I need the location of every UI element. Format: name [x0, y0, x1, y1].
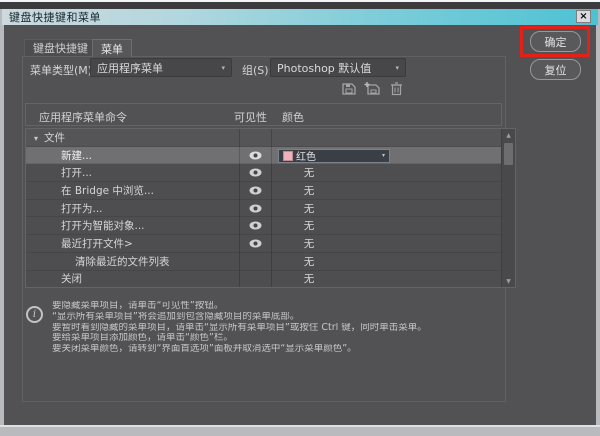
visibility-toggle[interactable] — [239, 147, 271, 164]
info-line: “显示所有菜单项目”将会追加到包含隐藏项目的菜单底部。 — [52, 311, 300, 322]
table-row-browse-bridge[interactable]: 在 Bridge 中浏览... 无 — [26, 182, 501, 200]
menu-type-value: 应用程序菜单 — [97, 61, 163, 75]
column-command: 应用程序菜单命令 — [39, 111, 127, 124]
info-line: 要给菜单项目添加颜色，请单击“颜色”栏。 — [52, 333, 233, 344]
table-rows: ▾ 文件 新建... 红色 ▾ 打开... 无 在 Bridge 中浏览... … — [26, 129, 501, 287]
row-label: ▾ 文件 — [34, 131, 66, 144]
info-line: 要隐藏菜单项目，请单击“可见性”按钮。 — [52, 301, 224, 311]
tab-label: 键盘快捷键 — [33, 42, 88, 55]
tab-label: 菜单 — [101, 42, 123, 56]
eye-icon — [249, 221, 261, 230]
table-row-close[interactable]: 关闭 无 — [26, 271, 501, 288]
table-row-new[interactable]: 新建... 红色 ▾ — [26, 146, 501, 165]
new-set-icon[interactable] — [363, 80, 381, 96]
row-label: 新建... — [61, 149, 93, 162]
annotation-highlight-box — [520, 26, 590, 57]
visibility-toggle[interactable] — [239, 182, 271, 199]
row-color-value[interactable]: 无 — [296, 201, 322, 216]
visibility-toggle[interactable] — [239, 200, 271, 217]
row-label: 打开为... — [61, 202, 103, 215]
chevron-down-icon: ▾ — [221, 63, 225, 72]
row-label: 打开... — [61, 167, 93, 180]
row-color-value[interactable]: 无 — [296, 254, 322, 269]
visibility-toggle[interactable] — [239, 217, 271, 234]
column-color: 颜色 — [282, 111, 304, 124]
table-row-open[interactable]: 打开... 无 — [26, 164, 501, 183]
info-line: 要关闭菜单颜色，请转到“界面首选项”面板并取消选中“显示菜单颜色”。 — [52, 344, 357, 355]
window-top-border — [0, 2, 600, 9]
table-scrollbar[interactable]: ▲ ▼ — [501, 129, 515, 287]
column-visibility: 可见性 — [234, 111, 267, 124]
row-color-value[interactable]: 无 — [296, 271, 322, 286]
column-divider — [239, 129, 240, 287]
window-title: 键盘快捷键和菜单 — [9, 11, 101, 24]
table-row-open-recent[interactable]: 最近打开文件> 无 — [26, 235, 501, 253]
eye-icon — [249, 186, 261, 195]
row-label: 关闭 — [61, 273, 82, 286]
set-value: Photoshop 默认值 — [277, 61, 372, 75]
row-color-value[interactable]: 无 — [296, 165, 322, 180]
table-row-clear-recent[interactable]: 清除最近的文件列表 无 — [26, 253, 501, 271]
window-bottom-edge — [0, 425, 600, 427]
row-color-value[interactable]: 无 — [296, 236, 322, 251]
row-label: 清除最近的文件列表 — [75, 255, 170, 268]
table-row-open-smart-object[interactable]: 打开为智能对象... 无 — [26, 217, 501, 236]
row-color-select[interactable]: 红色 ▾ — [278, 148, 390, 164]
tab-menus[interactable]: 菜单 — [92, 39, 132, 57]
row-label: 在 Bridge 中浏览... — [61, 184, 154, 197]
delete-set-icon[interactable] — [387, 80, 405, 96]
scrollbar-thumb[interactable] — [504, 143, 513, 165]
chevron-down-icon: ▾ — [395, 63, 399, 72]
eye-icon — [249, 204, 261, 213]
table-row-group-file[interactable]: ▾ 文件 — [26, 129, 501, 147]
row-color-value[interactable]: 无 — [296, 183, 322, 198]
visibility-toggle[interactable] — [239, 235, 271, 252]
chevron-down-icon: ▾ — [381, 152, 385, 160]
screen: 键盘快捷键和菜单 × 键盘快捷键 菜单 菜单类型(M): 应用程序菜单 ▾ 组(… — [0, 0, 600, 436]
table-header: 应用程序菜单命令 可见性 颜色 — [25, 103, 502, 126]
menu-type-label: 菜单类型(M): — [30, 64, 96, 77]
info-icon: i — [26, 306, 43, 323]
eye-icon — [249, 168, 261, 177]
info-line: 要暂时看到隐藏的菜单项目，请单击“显示所有菜单项目”或按住 Ctrl 键，同时单… — [52, 322, 427, 333]
info-text: 要隐藏菜单项目，请单击“可见性”按钮。 “显示所有菜单项目”将会追加到包含隐藏项… — [52, 301, 504, 355]
group-expanded-icon[interactable]: ▾ — [34, 134, 44, 143]
row-color-value: 红色 — [296, 152, 316, 164]
reset-button[interactable]: 复位 — [530, 59, 581, 80]
eye-icon — [249, 239, 261, 248]
tab-keyboard-shortcuts[interactable]: 键盘快捷键 — [24, 39, 97, 56]
save-set-icon[interactable] — [340, 80, 358, 96]
color-swatch-red — [283, 150, 293, 161]
set-select[interactable]: Photoshop 默认值 ▾ — [270, 58, 406, 77]
scroll-up-icon[interactable]: ▲ — [502, 129, 515, 141]
eye-icon — [249, 151, 261, 160]
visibility-toggle[interactable] — [239, 164, 271, 181]
title-bar[interactable]: 键盘快捷键和菜单 — [2, 9, 598, 25]
row-color-value[interactable]: 无 — [296, 218, 322, 233]
table-row-open-as[interactable]: 打开为... 无 — [26, 200, 501, 218]
set-label: 组(S): — [242, 64, 273, 77]
scroll-down-icon[interactable]: ▼ — [502, 275, 515, 287]
menu-type-select[interactable]: 应用程序菜单 ▾ — [90, 58, 232, 77]
column-divider — [271, 129, 272, 287]
menu-command-table: ▾ 文件 新建... 红色 ▾ 打开... 无 在 Bridge 中浏览... … — [25, 128, 516, 288]
row-label: 最近打开文件> — [61, 237, 133, 250]
row-label: 打开为智能对象... — [61, 220, 145, 233]
close-button[interactable]: × — [576, 10, 591, 23]
